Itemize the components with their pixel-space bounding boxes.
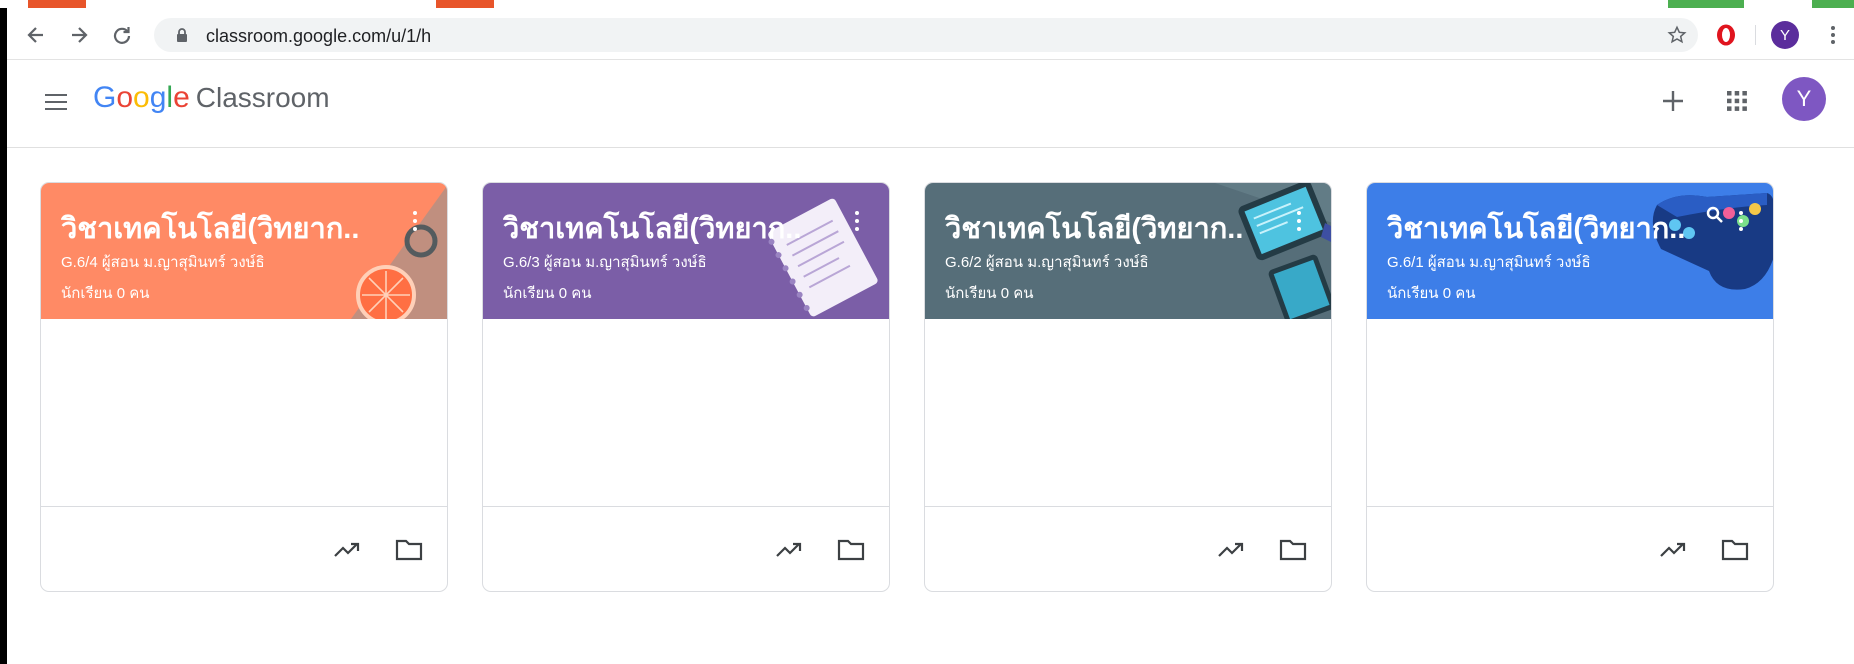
folder-icon[interactable] xyxy=(1277,534,1309,566)
class-title[interactable]: วิชาเทคโนโลยี(วิทยาก... xyxy=(945,205,1245,251)
class-card-footer xyxy=(1367,506,1773,591)
classroom-header: Google Classroom Y xyxy=(7,61,1854,148)
tablets-illustration xyxy=(1215,183,1331,319)
dot xyxy=(413,211,417,215)
lock-icon xyxy=(176,28,188,48)
menu-line xyxy=(45,108,67,110)
url-text: classroom.google.com/u/1/h xyxy=(206,26,432,46)
account-avatar[interactable]: Y xyxy=(1782,77,1826,121)
class-card-header[interactable]: วิชาเทคโนโลยี(วิทยาก... G.6/2 ผู้สอน ม.ญ… xyxy=(925,183,1331,319)
class-card-footer xyxy=(41,506,447,591)
class-options-button[interactable] xyxy=(847,207,867,235)
class-card-footer xyxy=(483,506,889,591)
folder-icon[interactable] xyxy=(835,534,867,566)
back-button[interactable] xyxy=(23,22,49,48)
student-count: นักเรียน 0 คน xyxy=(503,285,592,302)
browser-toolbar: classroom.google.com/u/1/h Y xyxy=(7,8,1854,60)
notebook-illustration xyxy=(768,198,878,317)
student-count: นักเรียน 0 คน xyxy=(61,285,150,302)
menu-line xyxy=(45,94,67,96)
trending-up-icon[interactable] xyxy=(331,534,363,566)
dot xyxy=(855,219,859,223)
google-classroom-logo[interactable]: Google Classroom xyxy=(93,81,330,115)
strip-tab xyxy=(1668,0,1744,8)
dot xyxy=(855,227,859,231)
class-card-body xyxy=(1367,319,1773,506)
logo-letter: g xyxy=(149,81,167,114)
class-card-header[interactable]: วิชาเทคโนโลยี(วิทยาก... G.6/1 ผู้สอน ม.ญ… xyxy=(1367,183,1773,319)
apps-grid-icon xyxy=(1727,91,1747,111)
class-section-teacher: G.6/4 ผู้สอน ม.ญาสุมินทร์ วงษ์ธิ xyxy=(61,254,265,271)
bookmark-star-icon[interactable] xyxy=(1666,24,1688,46)
class-title[interactable]: วิชาเทคโนโลยี(วิทยาก... xyxy=(1387,205,1687,251)
class-section-teacher: G.6/3 ผู้สอน ม.ญาสุมินทร์ วงษ์ธิ xyxy=(503,254,707,271)
top-strip xyxy=(0,0,1854,8)
class-options-button[interactable] xyxy=(1289,207,1309,235)
class-card-body xyxy=(41,319,447,506)
class-options-button[interactable] xyxy=(1731,207,1751,235)
main-menu-button[interactable] xyxy=(41,87,71,117)
browser-menu-button[interactable] xyxy=(1825,22,1841,48)
student-count: นักเรียน 0 คน xyxy=(1387,285,1476,302)
class-title[interactable]: วิชาเทคโนโลยี(วิทยาก... xyxy=(503,205,803,251)
reload-icon xyxy=(113,27,131,44)
browser-profile-avatar[interactable]: Y xyxy=(1771,21,1799,49)
trending-up-icon[interactable] xyxy=(1657,534,1689,566)
browser-window: classroom.google.com/u/1/h Y Google Class… xyxy=(7,8,1854,664)
class-card[interactable]: วิชาเทคโนโลยี(วิทยาก... G.6/4 ผู้สอน ม.ญ… xyxy=(40,182,448,592)
logo-letter: G xyxy=(93,81,117,114)
dot xyxy=(1739,219,1743,223)
class-card-footer xyxy=(925,506,1331,591)
dot xyxy=(855,211,859,215)
strip-tab xyxy=(28,0,86,8)
class-card-header[interactable]: วิชาเทคโนโลยี(วิทยาก... G.6/4 ผู้สอน ม.ญ… xyxy=(41,183,447,319)
class-section-teacher: G.6/2 ผู้สอน ม.ญาสุมินทร์ วงษ์ธิ xyxy=(945,254,1149,271)
dot xyxy=(1739,227,1743,231)
strip-tab xyxy=(436,0,494,8)
citrus-illustration xyxy=(351,185,447,319)
class-card[interactable]: วิชาเทคโนโลยี(วิทยาก... G.6/3 ผู้สอน ม.ญ… xyxy=(482,182,890,592)
dot xyxy=(1297,227,1301,231)
logo-letter: e xyxy=(173,81,190,114)
logo-letter: o xyxy=(133,81,150,114)
more-vertical-icon xyxy=(1831,26,1835,44)
dot xyxy=(1739,211,1743,215)
dot xyxy=(413,227,417,231)
folder-icon[interactable] xyxy=(1719,534,1751,566)
address-bar[interactable]: classroom.google.com/u/1/h xyxy=(154,18,1698,52)
opera-extension-icon[interactable] xyxy=(1715,23,1737,52)
arrow-right-icon xyxy=(72,27,88,43)
class-title[interactable]: วิชาเทคโนโลยี(วิทยาก... xyxy=(61,205,361,251)
class-card[interactable]: วิชาเทคโนโลยี(วิทยาก... G.6/1 ผู้สอน ม.ญ… xyxy=(1366,182,1774,592)
class-section-teacher: G.6/1 ผู้สอน ม.ญาสุมินทร์ วงษ์ธิ xyxy=(1387,254,1591,271)
dot xyxy=(1297,219,1301,223)
logo-letter: o xyxy=(116,81,134,114)
trending-up-icon[interactable] xyxy=(773,534,805,566)
menu-line xyxy=(45,101,67,103)
class-card-header[interactable]: วิชาเทคโนโลยี(วิทยาก... G.6/3 ผู้สอน ม.ญ… xyxy=(483,183,889,319)
reload-button[interactable] xyxy=(109,22,135,48)
arrow-left-icon xyxy=(27,27,43,43)
class-options-button[interactable] xyxy=(405,207,425,235)
forward-button[interactable] xyxy=(66,22,92,48)
plus-icon xyxy=(1663,91,1683,111)
student-count: นักเรียน 0 คน xyxy=(945,285,1034,302)
product-name: Classroom xyxy=(195,82,330,113)
create-or-join-class-button[interactable] xyxy=(1655,83,1691,119)
strip-tab xyxy=(1812,0,1854,8)
dot xyxy=(413,219,417,223)
dot xyxy=(1297,211,1301,215)
class-card-body xyxy=(925,319,1331,506)
google-apps-button[interactable] xyxy=(1719,83,1755,119)
class-card[interactable]: วิชาเทคโนโลยี(วิทยาก... G.6/2 ผู้สอน ม.ญ… xyxy=(924,182,1332,592)
class-card-body xyxy=(483,319,889,506)
gamepad-illustration xyxy=(1652,193,1773,290)
trending-up-icon[interactable] xyxy=(1215,534,1247,566)
folder-icon[interactable] xyxy=(393,534,425,566)
toolbar-separator xyxy=(1755,25,1756,45)
